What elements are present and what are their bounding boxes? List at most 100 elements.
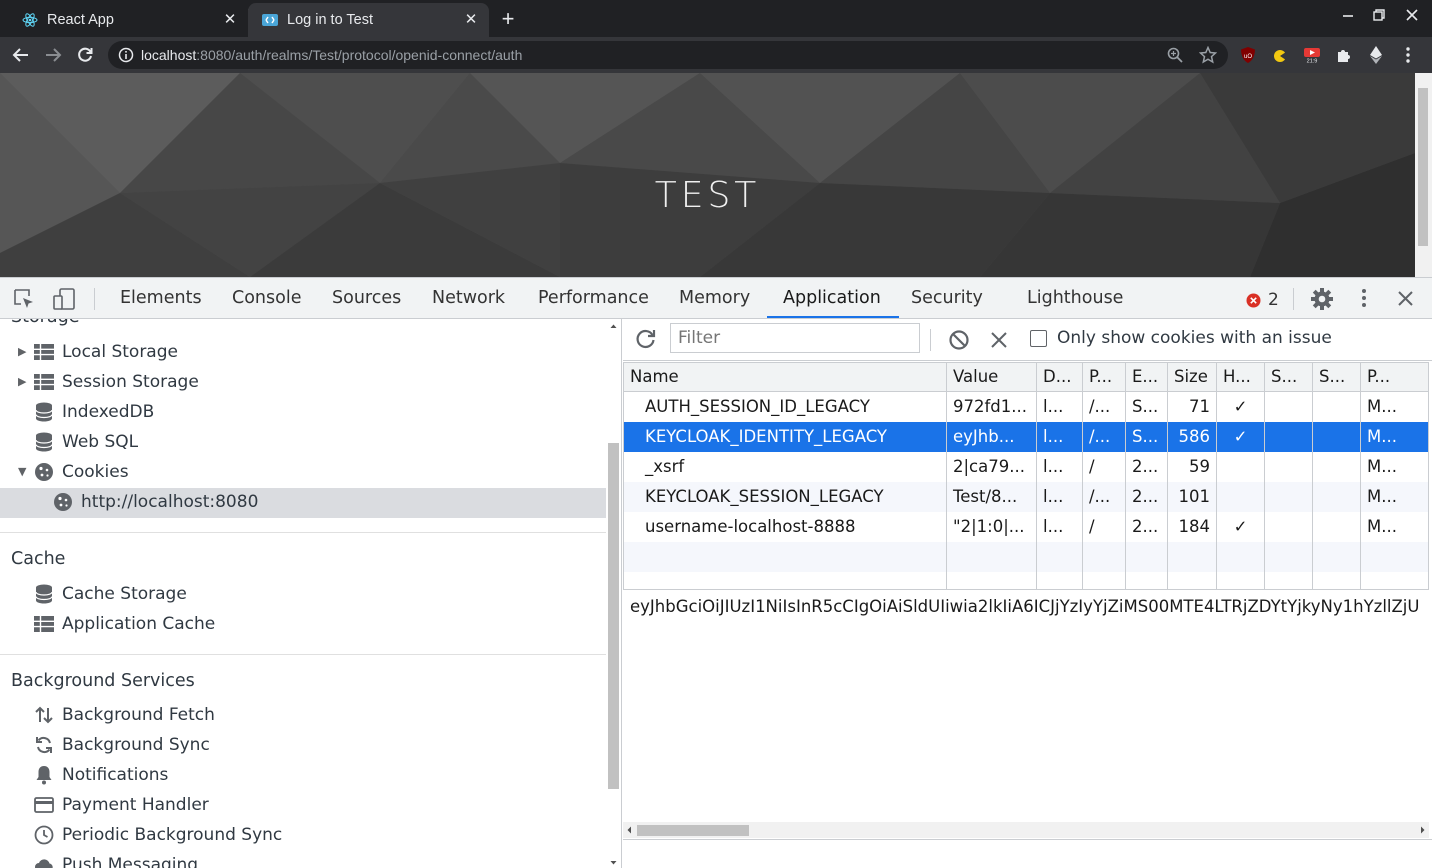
back-icon[interactable] [9, 43, 33, 67]
column-header-secure[interactable]: S... [1265, 363, 1312, 392]
close-window-icon[interactable] [1400, 8, 1424, 24]
sidebar-item-background-sync[interactable]: Background Sync [34, 730, 210, 760]
column-header-size[interactable]: Size [1168, 363, 1216, 392]
column-header-domain[interactable]: D... [1037, 363, 1082, 392]
tab-login[interactable]: Log in to Test ✕ [248, 3, 489, 37]
extension-yellow-icon[interactable] [1270, 45, 1290, 65]
extensions-puzzle-icon[interactable] [1334, 45, 1354, 65]
cell-size: 101 [1178, 487, 1211, 506]
refresh-icon[interactable] [635, 328, 657, 354]
sidebar-item-web-sql[interactable]: Web SQL [34, 427, 138, 457]
cookies-pane: Only show cookies with an issue Name Val… [623, 319, 1432, 868]
scroll-down-arrow-icon[interactable] [606, 858, 621, 868]
sidebar-scrollbar-thumb[interactable] [608, 443, 619, 789]
tab-title: Log in to Test [287, 12, 373, 28]
column-divider [1036, 363, 1037, 589]
forward-icon[interactable] [41, 43, 65, 67]
cache-heading: Cache [11, 549, 66, 569]
empty-table-row [624, 542, 1428, 572]
minimize-icon[interactable] [1336, 8, 1360, 24]
tab-security[interactable]: Security [911, 278, 983, 318]
sidebar-item-cookie-origin[interactable]: http://localhost:8080 [53, 487, 258, 517]
cell-domain: l... [1043, 427, 1064, 446]
youtube-extension-icon[interactable]: 21:9 [1302, 45, 1322, 65]
sidebar-item-session-storage[interactable]: ▶ Session Storage [18, 367, 199, 397]
column-header-path[interactable]: P... [1083, 363, 1125, 392]
zoom-icon[interactable] [1165, 45, 1185, 65]
sidebar-item-label: Application Cache [62, 614, 216, 634]
tab-performance[interactable]: Performance [538, 278, 649, 318]
filter-input[interactable] [670, 323, 920, 353]
browser-toolbar: localhost:8080/auth/realms/Test/protocol… [0, 37, 1432, 73]
column-header-samesite[interactable]: S... [1313, 363, 1360, 392]
address-bar[interactable]: localhost:8080/auth/realms/Test/protocol… [108, 41, 1228, 69]
table-row[interactable]: KEYCLOAK_IDENTITY_LEGACY eyJhb... l... /...… [624, 422, 1428, 452]
column-header-expires[interactable]: E... [1126, 363, 1167, 392]
cell-domain: l... [1043, 487, 1064, 506]
bookmark-star-icon[interactable] [1198, 45, 1218, 65]
column-header-value[interactable]: Value [947, 363, 1036, 392]
horizontal-scrollbar-thumb[interactable] [637, 825, 749, 836]
sidebar-item-notifications[interactable]: Notifications [34, 760, 168, 790]
sidebar-item-label: Cache Storage [62, 584, 187, 604]
table-row[interactable]: _xsrf 2|ca79... l... / 2... 59 M... [624, 452, 1428, 482]
cell-value: 2|ca79... [953, 457, 1025, 476]
devtools-menu-icon[interactable] [1362, 289, 1366, 312]
table-row[interactable]: AUTH_SESSION_ID_LEGACY 972fd1... l... /... S… [624, 392, 1428, 422]
new-tab-button[interactable]: + [497, 8, 519, 31]
expand-arrow-icon[interactable]: ▶ [18, 367, 34, 397]
cell-priority: M... [1367, 397, 1397, 416]
error-counter[interactable]: 2 [1246, 290, 1279, 310]
sidebar-item-indexeddb[interactable]: IndexedDB [34, 397, 154, 427]
scroll-right-arrow-icon[interactable] [1418, 822, 1428, 838]
sidebar-item-cache-storage[interactable]: Cache Storage [34, 579, 187, 609]
settings-gear-icon[interactable] [1310, 287, 1334, 316]
tab-application[interactable]: Application [767, 278, 899, 318]
ublock-extension-icon[interactable]: uO [1238, 45, 1258, 65]
sidebar-item-local-storage[interactable]: ▶ Local Storage [18, 337, 178, 367]
close-devtools-icon[interactable] [1398, 291, 1413, 311]
column-header-httponly[interactable]: H... [1217, 363, 1264, 392]
ethereum-extension-icon[interactable] [1366, 45, 1386, 65]
tab-memory[interactable]: Memory [679, 278, 750, 318]
credit-card-icon [34, 795, 54, 815]
site-info-icon[interactable] [118, 47, 134, 68]
scroll-left-arrow-icon[interactable] [624, 822, 634, 838]
table-row[interactable]: username-localhost-8888 "2|1:0|... l... / 2.… [624, 512, 1428, 542]
sidebar-item-label: Cookies [62, 462, 129, 482]
sidebar-item-periodic-background-sync[interactable]: Periodic Background Sync [34, 820, 282, 850]
reload-icon[interactable] [73, 43, 97, 67]
scroll-up-arrow-icon[interactable] [606, 321, 621, 331]
clear-all-icon[interactable] [948, 329, 970, 355]
restore-icon[interactable] [1367, 8, 1391, 24]
inspect-element-icon[interactable] [13, 288, 35, 315]
expand-arrow-icon[interactable]: ▶ [18, 337, 34, 367]
sidebar-item-push-messaging[interactable]: Push Messaging [34, 850, 198, 868]
tab-console[interactable]: Console [232, 278, 301, 318]
tab-sources[interactable]: Sources [332, 278, 401, 318]
only-issues-checkbox[interactable] [1030, 330, 1047, 347]
tab-close-icon[interactable]: ✕ [222, 12, 238, 28]
sidebar-item-application-cache[interactable]: Application Cache [34, 609, 215, 639]
column-header-name[interactable]: Name [624, 363, 946, 392]
sidebar-item-cookies[interactable]: ▼ Cookies [18, 457, 129, 487]
cookie-icon [53, 492, 73, 512]
tab-react-app[interactable]: React App ✕ [8, 9, 249, 31]
column-header-priority[interactable]: P... [1361, 363, 1428, 392]
tab-lighthouse[interactable]: Lighthouse [1027, 278, 1123, 318]
cell-samesite [1313, 512, 1360, 542]
sidebar-scrollbar[interactable] [606, 319, 621, 868]
table-row[interactable]: KEYCLOAK_SESSION_LEGACY Test/8... l... /...… [624, 482, 1428, 512]
device-toolbar-icon[interactable] [52, 287, 76, 316]
chrome-menu-icon[interactable] [1398, 45, 1418, 65]
horizontal-scrollbar[interactable] [623, 822, 1429, 838]
sidebar-item-payment-handler[interactable]: Payment Handler [34, 790, 209, 820]
tab-close-icon[interactable]: ✕ [463, 12, 479, 28]
page-scrollbar-thumb[interactable] [1418, 88, 1428, 246]
tab-elements[interactable]: Elements [120, 278, 202, 318]
sidebar-item-background-fetch[interactable]: Background Fetch [34, 700, 215, 730]
tab-network[interactable]: Network [432, 278, 505, 318]
page-scrollbar[interactable] [1415, 73, 1432, 277]
delete-selected-icon[interactable] [991, 332, 1007, 352]
collapse-arrow-icon[interactable]: ▼ [18, 457, 34, 487]
